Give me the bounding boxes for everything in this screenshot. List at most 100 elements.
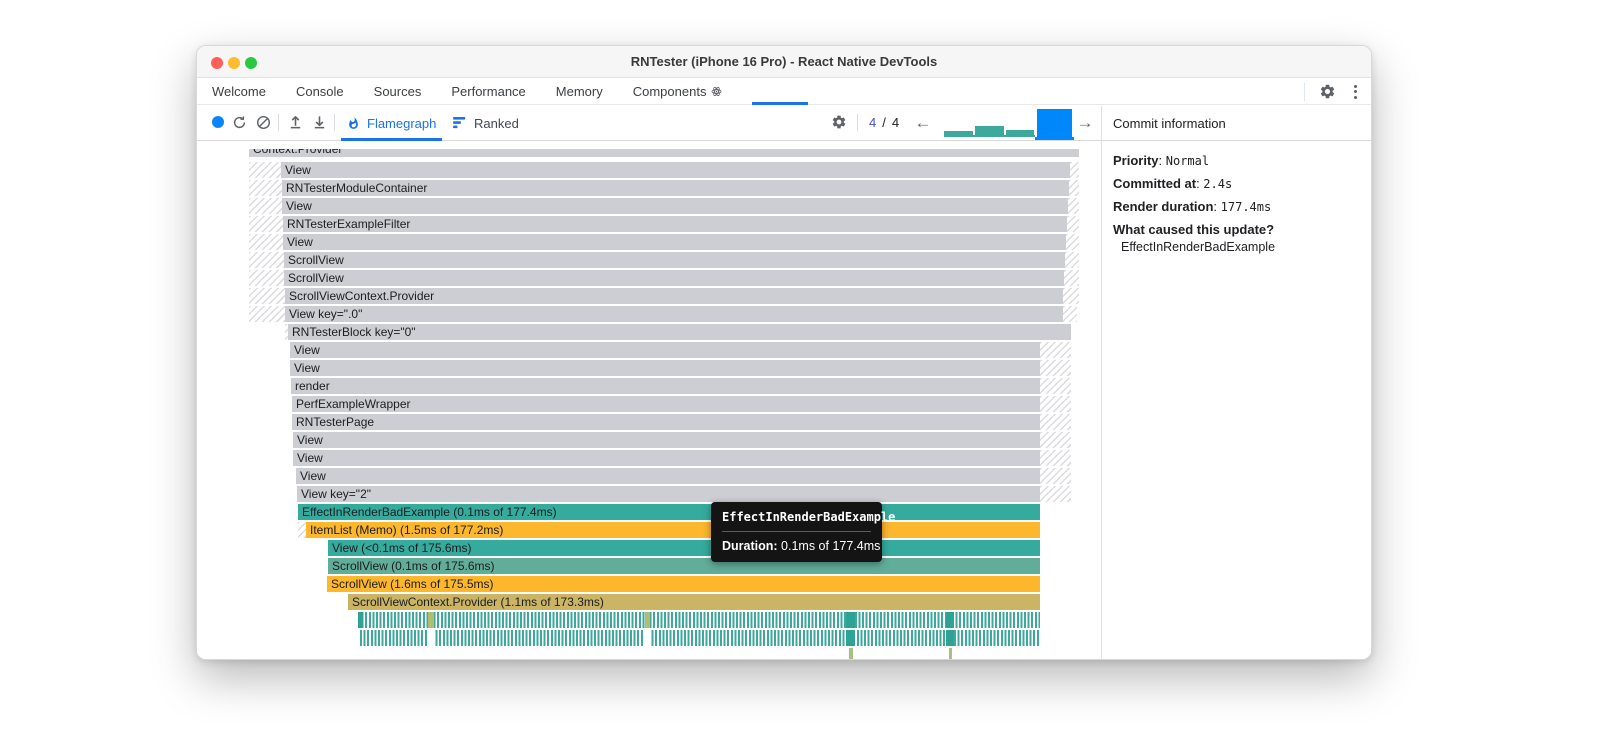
reload-icon bbox=[233, 115, 245, 128]
flame-bar[interactable]: ScrollView (0.1ms of 175.6ms) bbox=[328, 557, 1040, 574]
flame-bar[interactable]: ScrollViewContext.Provider (1.1ms of 173… bbox=[348, 593, 1040, 610]
commit-bar[interactable] bbox=[944, 131, 973, 137]
flame-hatch-region bbox=[249, 305, 285, 322]
more-options-kebab-icon[interactable] bbox=[1350, 83, 1361, 101]
priority-line: Priority: Normal bbox=[1113, 153, 1210, 168]
flame-hatch-region bbox=[298, 521, 306, 538]
flame-dense-accent bbox=[645, 611, 650, 628]
flame-dense-accent bbox=[846, 611, 855, 628]
flamegraph-pane[interactable]: Context.Provider View RNTesterModuleContai… bbox=[197, 141, 1101, 659]
commit-counter: 4 / 4 bbox=[869, 106, 899, 138]
flame-bar-clipped[interactable]: Context.Provider bbox=[249, 149, 1079, 157]
flame-leaf-bar[interactable] bbox=[849, 647, 853, 659]
flame-hatch-region bbox=[1040, 431, 1071, 448]
devtools-window: RNTester (iPhone 16 Pro) - React Native … bbox=[196, 45, 1372, 660]
flame-icon bbox=[349, 116, 358, 129]
update-cause-component[interactable]: EffectInRenderBadExample bbox=[1113, 240, 1362, 254]
tab-sources[interactable]: Sources bbox=[374, 78, 422, 105]
flame-bar[interactable]: ScrollView bbox=[284, 251, 1065, 268]
toolbar-divider bbox=[857, 114, 858, 131]
commit-information-panel: Commit information Priority: Normal Comm… bbox=[1101, 106, 1371, 659]
tab-performance[interactable]: Performance bbox=[451, 78, 525, 105]
flame-hatch-region bbox=[1040, 341, 1071, 358]
flame-bar[interactable]: RNTesterExampleFilter bbox=[283, 215, 1067, 232]
devtools-tab-bar: Welcome Console Sources Performance Memo… bbox=[197, 78, 1371, 105]
commit-bar-selected[interactable] bbox=[1037, 109, 1072, 137]
flame-hatch-region bbox=[1064, 269, 1079, 286]
flame-bar[interactable]: RNTesterPage bbox=[292, 413, 1040, 430]
view-tab-flamegraph[interactable]: Flamegraph bbox=[340, 106, 443, 141]
flame-bar[interactable]: RNTesterModuleContainer bbox=[282, 179, 1069, 196]
save-profile-button[interactable] bbox=[309, 106, 329, 138]
flame-bar[interactable]: View key="2" bbox=[297, 485, 1040, 502]
title-bar[interactable]: RNTester (iPhone 16 Pro) - React Native … bbox=[197, 46, 1371, 78]
commit-bar[interactable] bbox=[975, 126, 1004, 137]
flame-bar[interactable]: RNTesterBlock key="0" bbox=[288, 323, 1071, 340]
commit-bar[interactable] bbox=[1006, 130, 1034, 137]
profiler-settings-button[interactable] bbox=[829, 106, 849, 138]
flame-hatch-region bbox=[249, 287, 285, 304]
flame-bar[interactable]: ItemList (Memo) (1.5ms of 177.2ms) bbox=[306, 521, 1040, 538]
flame-leaf-bar[interactable] bbox=[949, 647, 952, 659]
flamegraph-tooltip: EffectInRenderBadExample Duration: 0.1ms… bbox=[711, 502, 895, 562]
flame-bar[interactable]: View bbox=[281, 161, 1070, 178]
view-tab-ranked[interactable]: Ranked bbox=[453, 106, 519, 140]
flame-bar[interactable]: View bbox=[290, 359, 1040, 376]
update-cause-label: What caused this update? bbox=[1113, 222, 1275, 237]
window-title: RNTester (iPhone 16 Pro) - React Native … bbox=[630, 54, 938, 69]
flame-hatch-region bbox=[249, 269, 284, 286]
tab-components[interactable]: Components bbox=[633, 78, 723, 105]
toolbar-divider bbox=[278, 114, 279, 131]
previous-commit-button[interactable]: ← bbox=[913, 106, 933, 138]
reload-and-profile-button[interactable] bbox=[230, 106, 248, 138]
render-duration-line: Render duration: 177.4ms bbox=[1113, 199, 1272, 214]
flame-bar[interactable]: View bbox=[293, 449, 1040, 466]
flame-bar[interactable]: ScrollViewContext.Provider bbox=[285, 287, 1063, 304]
commit-selector[interactable] bbox=[944, 108, 1076, 140]
left-arrow-icon: ← bbox=[914, 112, 932, 132]
ranked-tab-label: Ranked bbox=[474, 115, 519, 131]
tooltip-divider bbox=[722, 531, 871, 532]
flame-bar[interactable]: ScrollView bbox=[284, 269, 1064, 286]
committed-at-line: Committed at: 2.4s bbox=[1113, 176, 1233, 191]
flame-hatch-region bbox=[249, 233, 283, 250]
flame-bar[interactable]: Context.Provider bbox=[249, 149, 1079, 157]
total-commit-number: 4 bbox=[891, 114, 900, 130]
tab-memory[interactable]: Memory bbox=[556, 78, 603, 105]
flame-dense-children-row[interactable] bbox=[360, 629, 1040, 646]
tooltip-duration: Duration: 0.1ms of 177.4ms bbox=[722, 539, 881, 553]
flame-hatch-region bbox=[1040, 413, 1071, 430]
flame-hatch-region bbox=[1040, 377, 1071, 394]
commit-count-separator: / bbox=[882, 114, 886, 130]
flame-bar[interactable]: EffectInRenderBadExample (0.1ms of 177.4… bbox=[298, 503, 1040, 520]
current-commit-number: 4 bbox=[869, 114, 877, 130]
next-commit-button[interactable]: → bbox=[1075, 106, 1095, 138]
flame-hatch-region bbox=[1040, 449, 1071, 466]
tab-profiler[interactable] bbox=[752, 78, 809, 105]
flame-bar[interactable]: View bbox=[296, 467, 1040, 484]
clear-profiling-data-button[interactable] bbox=[254, 106, 272, 138]
tab-console[interactable]: Console bbox=[296, 78, 344, 105]
flame-hatch-region bbox=[249, 215, 283, 232]
priority-value: Normal bbox=[1165, 154, 1210, 168]
flame-hatch-region bbox=[1069, 179, 1079, 196]
flame-hatch-region bbox=[1063, 287, 1079, 304]
upload-icon bbox=[290, 116, 300, 129]
flame-dense-children-row[interactable] bbox=[358, 611, 1040, 628]
flame-bar[interactable]: render bbox=[291, 377, 1040, 394]
flame-bar[interactable]: View bbox=[282, 197, 1068, 214]
flame-bar[interactable]: View key=".0" bbox=[285, 305, 1063, 322]
flame-bar[interactable]: View bbox=[283, 233, 1066, 250]
flame-hatch-region bbox=[1065, 251, 1079, 268]
flame-bar[interactable]: ScrollView (1.6ms of 175.5ms) bbox=[327, 575, 1040, 592]
flame-bar[interactable]: View (<0.1ms of 175.6ms) bbox=[328, 539, 1040, 556]
flame-dense-accent bbox=[427, 629, 434, 646]
record-profiling-button[interactable] bbox=[210, 106, 226, 138]
flame-bar[interactable]: PerfExampleWrapper bbox=[292, 395, 1040, 412]
gear-icon bbox=[832, 115, 846, 129]
tab-welcome[interactable]: Welcome bbox=[212, 78, 266, 105]
settings-gear-icon[interactable] bbox=[1319, 83, 1336, 100]
flame-bar[interactable]: View bbox=[293, 431, 1040, 448]
load-profile-button[interactable] bbox=[285, 106, 305, 138]
flame-bar[interactable]: View bbox=[290, 341, 1040, 358]
